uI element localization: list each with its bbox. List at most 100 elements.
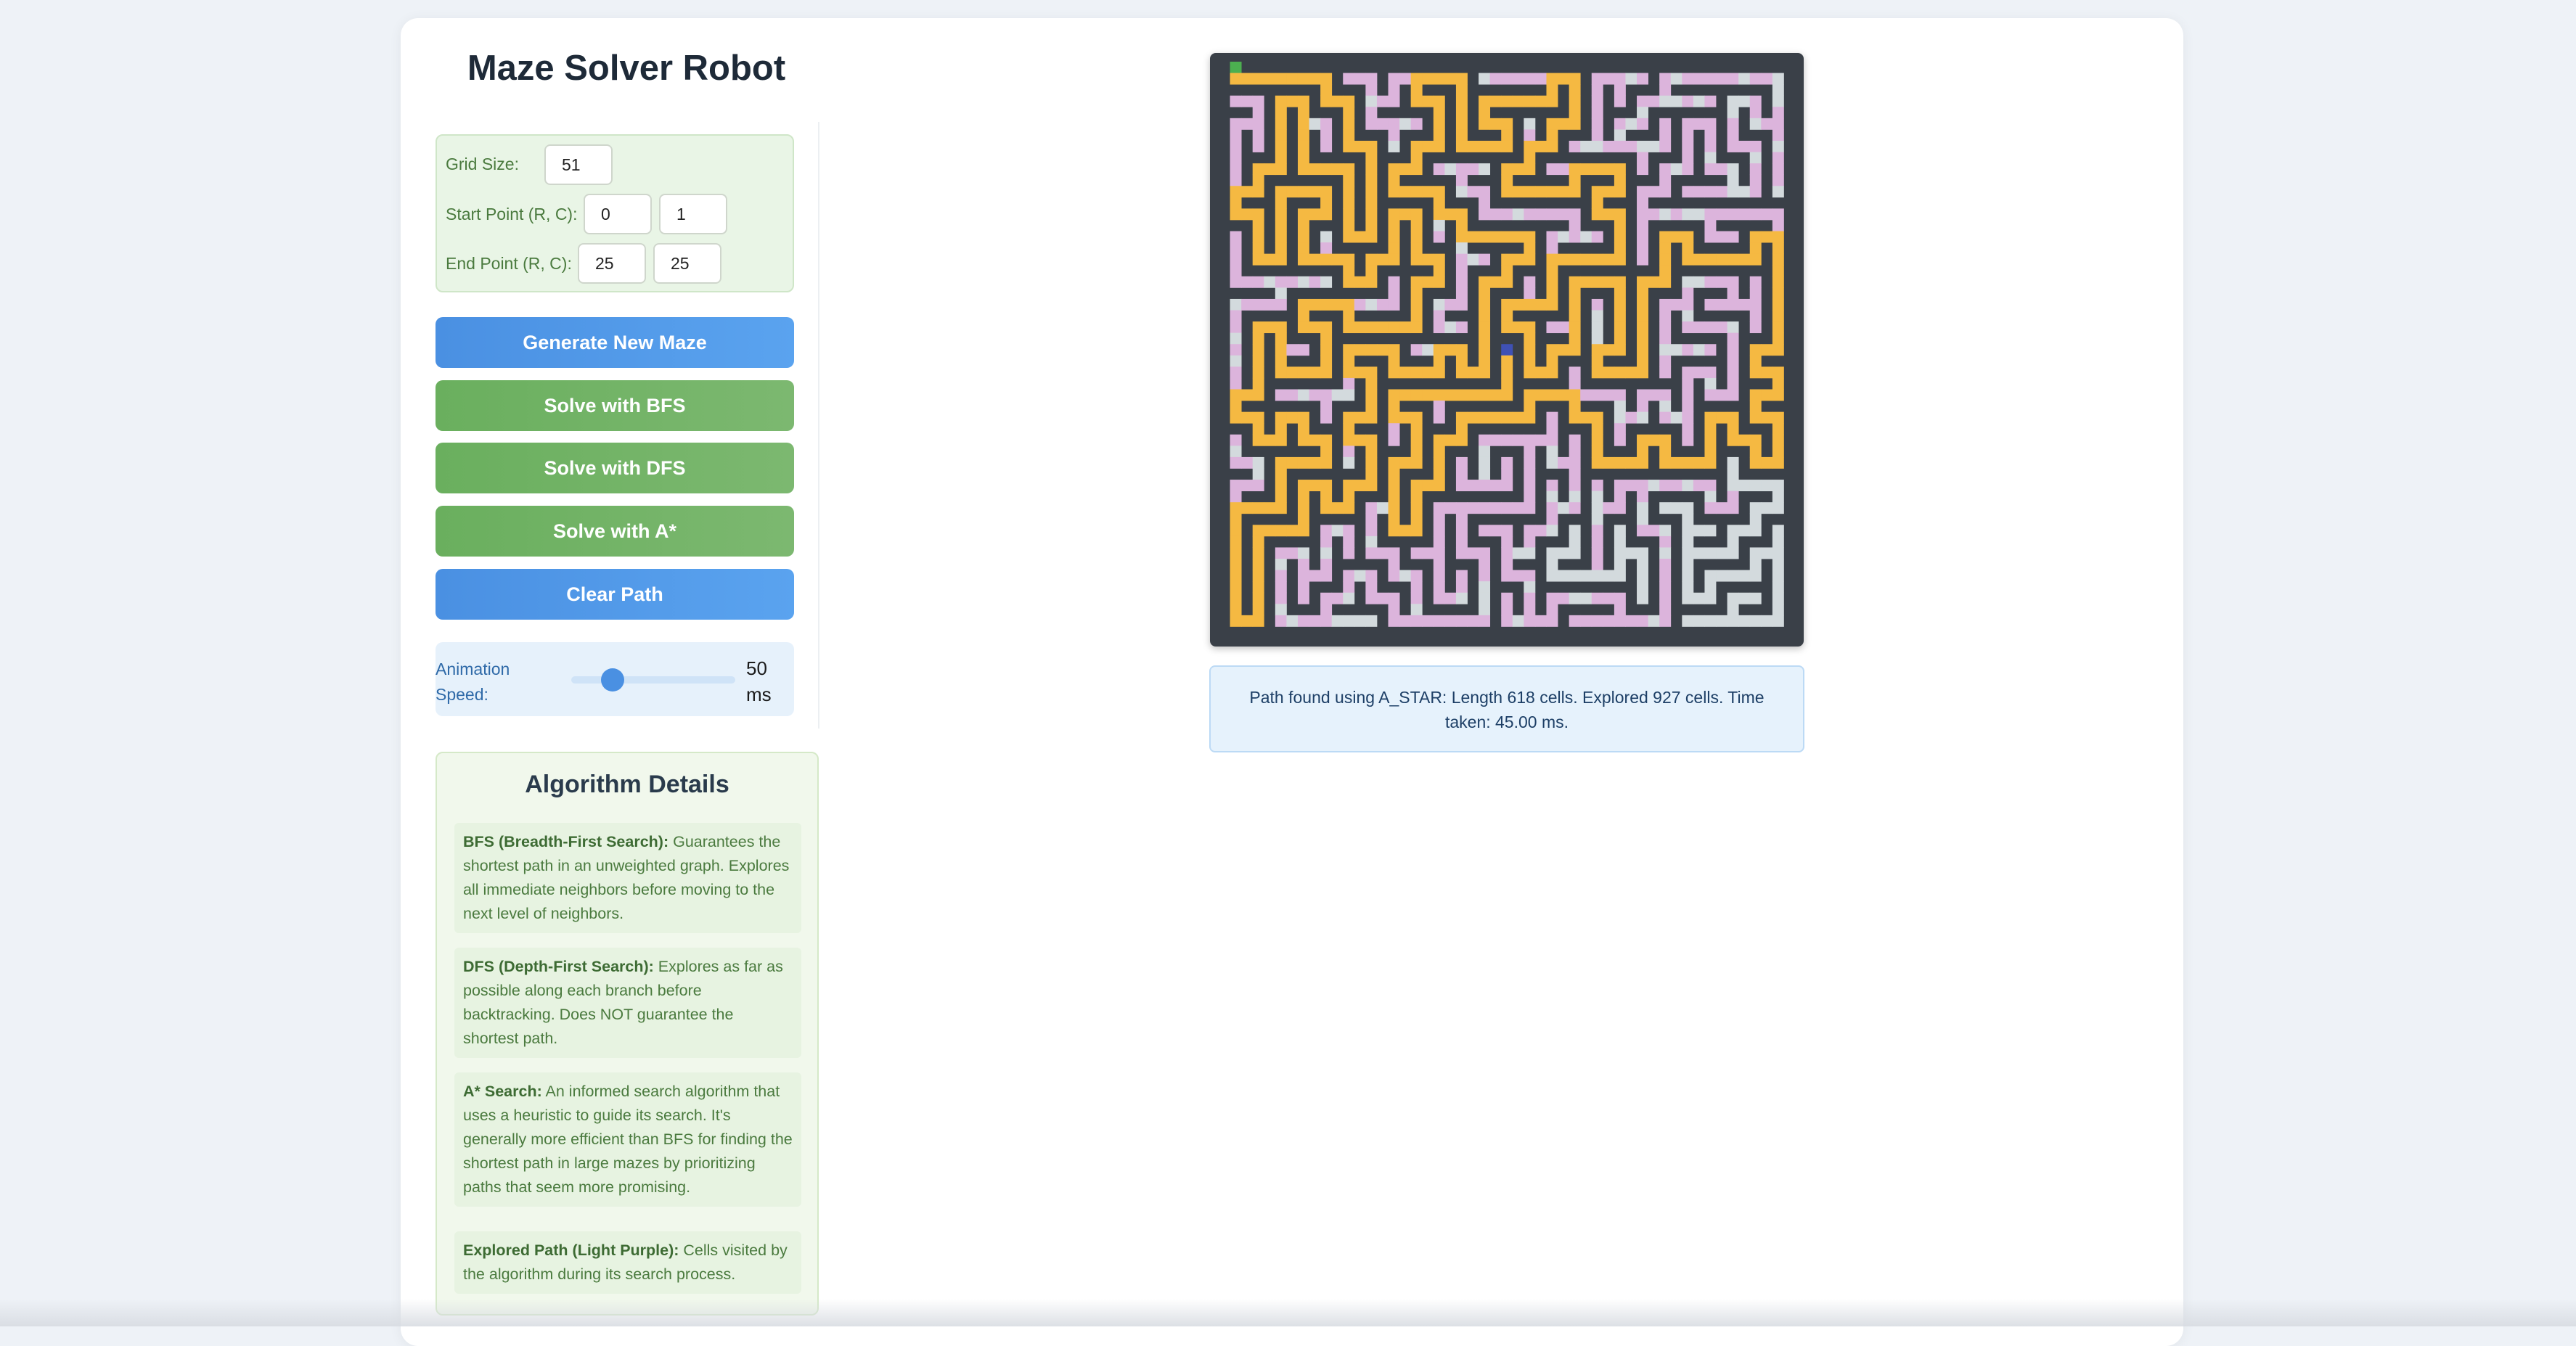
maze-cell-path xyxy=(1275,321,1287,334)
maze-cell-open xyxy=(1727,107,1739,119)
maze-cell-path xyxy=(1320,344,1333,356)
speed-slider-track[interactable] xyxy=(571,676,735,684)
maze-cell-explored xyxy=(1637,95,1649,107)
maze-cell-path xyxy=(1659,265,1672,277)
speed-slider-thumb[interactable] xyxy=(600,668,624,692)
maze-cell-explored xyxy=(1704,480,1717,492)
solve-bfs-button[interactable]: Solve with BFS xyxy=(436,380,794,431)
maze-cell-explored xyxy=(1479,480,1491,492)
maze-cell-explored xyxy=(1331,592,1344,604)
maze-cell-path xyxy=(1637,310,1649,322)
maze-cell-explored xyxy=(1512,73,1524,85)
maze-cell-explored xyxy=(1659,140,1672,152)
end-col-input[interactable] xyxy=(653,243,721,284)
maze-cell-path xyxy=(1241,411,1254,424)
maze-cell-open xyxy=(1297,547,1309,559)
maze-cell-explored xyxy=(1388,298,1400,311)
maze-cell-path xyxy=(1501,140,1513,152)
maze-cell-path xyxy=(1320,163,1333,176)
maze-cell-explored xyxy=(1749,276,1762,288)
maze-cell-explored xyxy=(1546,513,1558,525)
solve-astar-button[interactable]: Solve with A* xyxy=(436,506,794,557)
maze-cell-path xyxy=(1455,140,1468,152)
maze-cell-path xyxy=(1501,163,1513,176)
maze-cell-explored xyxy=(1558,163,1570,176)
maze-cell-explored xyxy=(1388,434,1400,446)
maze-cell-path xyxy=(1230,502,1242,514)
start-col-input[interactable] xyxy=(659,194,727,234)
maze-cell-path xyxy=(1569,298,1581,311)
maze-cell-path xyxy=(1309,73,1321,85)
maze-cell-path xyxy=(1569,84,1581,97)
maze-cell-path xyxy=(1354,344,1366,356)
maze-cell-path xyxy=(1320,95,1333,107)
maze-cell-path xyxy=(1399,186,1412,198)
maze-cell-path xyxy=(1275,219,1287,231)
maze-cell-path xyxy=(1637,456,1649,469)
maze-cell-explored xyxy=(1479,208,1491,221)
maze-cell-path xyxy=(1761,456,1773,469)
maze-cell-path xyxy=(1422,140,1434,152)
maze-cell-explored xyxy=(1693,480,1705,492)
maze-cell-open xyxy=(1659,401,1672,413)
maze-cell-explored xyxy=(1682,411,1694,424)
maze-cell-explored xyxy=(1286,547,1299,559)
maze-cell-explored xyxy=(1365,581,1378,594)
maze-cell-explored xyxy=(1297,570,1309,582)
maze-cell-open xyxy=(1682,525,1694,537)
maze-cell-explored xyxy=(1479,253,1491,266)
maze-cell-explored xyxy=(1727,502,1739,514)
maze-cell-explored xyxy=(1569,219,1581,231)
maze-cell-path xyxy=(1772,265,1784,277)
maze-cell-explored xyxy=(1546,592,1558,604)
maze-cell-explored xyxy=(1376,592,1389,604)
maze-grid[interactable] xyxy=(1210,53,1804,647)
maze-cell-explored xyxy=(1569,434,1581,446)
maze-cell-path xyxy=(1512,186,1524,198)
maze-cell-open xyxy=(1772,73,1784,85)
maze-cell-open xyxy=(1738,592,1751,604)
maze-cell-open xyxy=(1738,615,1751,627)
maze-cell-explored xyxy=(1230,366,1242,379)
end-row-input[interactable] xyxy=(578,243,646,284)
maze-cell-path xyxy=(1410,84,1423,97)
maze-cell-path xyxy=(1772,310,1784,322)
maze-cell-path xyxy=(1444,344,1457,356)
maze-cell-explored xyxy=(1230,140,1242,152)
clear-path-button[interactable]: Clear Path xyxy=(436,569,794,620)
generate-maze-button[interactable]: Generate New Maze xyxy=(436,317,794,368)
maze-cell-path xyxy=(1297,423,1309,435)
maze-cell-path xyxy=(1534,95,1547,107)
maze-cell-path xyxy=(1230,401,1242,413)
maze-cell-explored xyxy=(1275,389,1287,401)
maze-canvas[interactable] xyxy=(1219,62,1795,638)
maze-cell-path xyxy=(1252,604,1264,616)
maze-cell-explored xyxy=(1704,231,1717,243)
maze-cell-path xyxy=(1524,389,1536,401)
maze-cell-explored xyxy=(1558,592,1570,604)
maze-cell-path xyxy=(1637,298,1649,311)
maze-cell-explored xyxy=(1749,174,1762,186)
maze-cell-explored xyxy=(1275,298,1287,311)
maze-cell-open xyxy=(1749,525,1762,537)
maze-cell-path xyxy=(1479,366,1491,379)
maze-cell-path xyxy=(1343,231,1355,243)
maze-cell-path xyxy=(1546,344,1558,356)
maze-cell-open xyxy=(1467,253,1479,266)
maze-cell-open xyxy=(1727,592,1739,604)
grid-size-input[interactable] xyxy=(544,144,613,185)
maze-cell-path xyxy=(1275,163,1287,176)
maze-cell-explored xyxy=(1682,140,1694,152)
maze-cell-explored xyxy=(1749,107,1762,119)
maze-cell-path xyxy=(1388,525,1400,537)
solve-dfs-button[interactable]: Solve with DFS xyxy=(436,443,794,493)
maze-cell-open xyxy=(1727,174,1739,186)
maze-cell-open xyxy=(1252,468,1264,480)
maze-cell-open xyxy=(1716,570,1727,582)
maze-cell-path xyxy=(1410,525,1423,537)
maze-cell-path xyxy=(1738,434,1751,446)
maze-cell-path xyxy=(1455,208,1468,221)
maze-cell-path xyxy=(1455,366,1468,379)
start-row-input[interactable] xyxy=(584,194,652,234)
maze-cell-explored xyxy=(1479,559,1491,570)
